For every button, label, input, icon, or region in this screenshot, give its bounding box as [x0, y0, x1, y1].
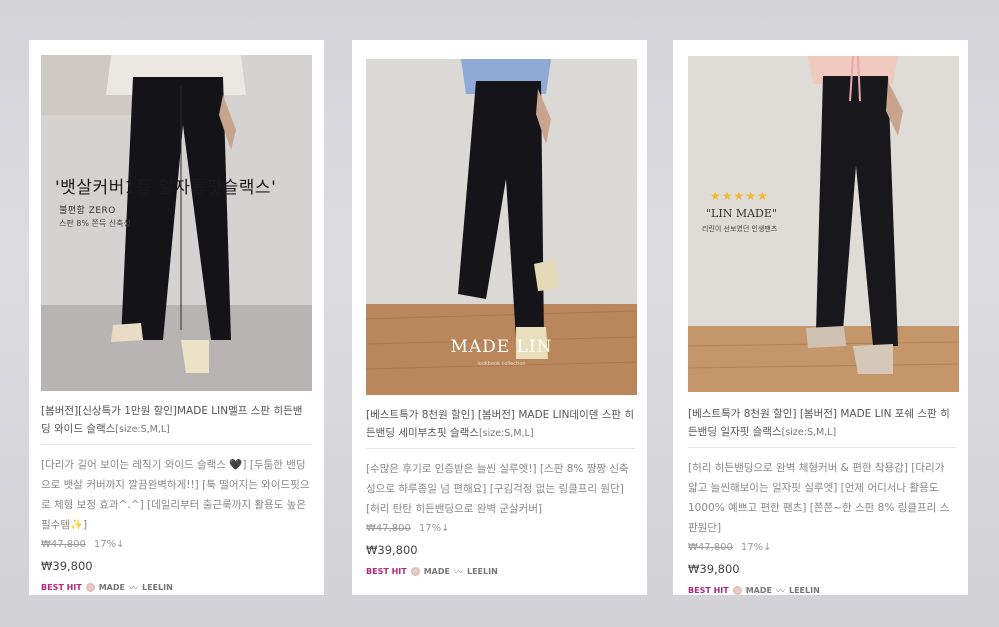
wave-icon: 〰	[453, 568, 463, 578]
product-size: [size:S,M,L]	[478, 428, 534, 439]
image-brand-caption: lookbook collection	[477, 361, 526, 367]
star-rating-icon: ★★★★★	[710, 189, 769, 203]
brand-badge: LEELIN	[466, 567, 498, 576]
discount-rate: 17%↓	[740, 542, 772, 553]
price-row-3: ₩47,800 17%↓	[688, 540, 956, 556]
discount-rate: 17%↓	[418, 523, 450, 534]
product-name-2[interactable]: [베스트특가 8천원 할인] [봄버전] MADE LIN데이덴 스판 히든밴딩…	[366, 406, 635, 449]
product-description-1: [다리가 길어 보이는 레직기 와이드 슬랙스 🖤] [두툼한 밴딩으로 뱃살 …	[41, 459, 310, 531]
made-badge: MADE	[745, 586, 772, 595]
product-card-3[interactable]: ★★★★★ "LIN MADE" 리린이 선보였던 인생팬츠 [베스트특가 8천…	[673, 40, 968, 597]
product-card-1[interactable]: '뱃살커버1등 일자통핏슬랙스' 불편함 ZERO 스판 8% 쫀득 신축성 […	[29, 40, 324, 595]
made-badge: MADE	[98, 583, 125, 592]
wave-icon: 〰	[775, 587, 785, 597]
best-hit-badge: BEST HIT	[366, 567, 407, 576]
pink-dot-icon	[410, 567, 420, 576]
product-image-3[interactable]: ★★★★★ "LIN MADE" 리린이 선보였던 인생팬츠	[688, 56, 959, 392]
image-caption: 스판 8% 쫀득 신축성	[59, 219, 131, 228]
badge-row-3: BEST HIT MADE 〰 LEELIN	[688, 584, 956, 597]
pink-dot-icon	[732, 586, 742, 595]
product-info-2: [베스트특가 8천원 할인] [봄버전] MADE LIN데이덴 스판 히든밴딩…	[366, 406, 635, 578]
brand-badge: LEELIN	[788, 586, 820, 595]
product-size: [size:S,M,L]	[115, 424, 170, 435]
product-name-1[interactable]: [봄버전][신상특가 1만원 할인]MADE LIN멜프 스판 히든밴딩 와이드…	[41, 402, 312, 445]
badge-row-2: BEST HIT MADE 〰 LEELIN	[366, 565, 635, 578]
product-info-1: [봄버전][신상특가 1만원 할인]MADE LIN멜프 스판 히든밴딩 와이드…	[41, 402, 312, 594]
discount-rate: 17%↓	[93, 539, 125, 550]
product-name-3[interactable]: [베스트특가 8천원 할인] [봄버전] MADE LIN 포쉐 스판 히든밴딩…	[688, 405, 956, 448]
price-row-2: ₩47,800 17%↓	[366, 521, 635, 537]
product-size: [size:S,M,L]	[781, 427, 837, 438]
image-caption: 리린이 선보였던 인생팬츠	[702, 225, 778, 233]
wave-icon: 〰	[128, 584, 138, 594]
best-hit-badge: BEST HIT	[41, 583, 82, 592]
badge-row-1: BEST HIT MADE 〰 LEELIN	[41, 581, 312, 594]
original-price: ₩47,800	[688, 542, 733, 553]
product-image-1[interactable]: '뱃살커버1등 일자통핏슬랙스' 불편함 ZERO 스판 8% 쫀득 신축성	[41, 55, 312, 391]
pink-dot-icon	[85, 583, 95, 592]
price-row-1: ₩47,800 17%↓	[41, 537, 312, 553]
product-image-2[interactable]: MADE LIN lookbook collection	[366, 59, 637, 395]
made-badge: MADE	[423, 567, 450, 576]
image-brand-mark: "LIN MADE"	[706, 207, 777, 220]
image-subtitle: 불편함 ZERO	[59, 206, 116, 216]
sale-price-3: ₩39,800	[688, 562, 740, 576]
image-brand-mark: MADE LIN	[450, 337, 553, 357]
best-hit-badge: BEST HIT	[688, 586, 729, 595]
original-price: ₩47,800	[366, 523, 411, 534]
product-description-2: [수많은 후기로 인증받은 늘씬 실루엣!] [스판 8% 짱짱 신축성으로 하…	[366, 463, 629, 515]
sale-price-2: ₩39,800	[366, 543, 418, 557]
image-headline: '뱃살커버1등 일자통핏슬랙스'	[55, 178, 277, 198]
product-info-3: [베스트특가 8천원 할인] [봄버전] MADE LIN 포쉐 스판 히든밴딩…	[688, 405, 956, 597]
brand-badge: LEELIN	[141, 583, 173, 592]
original-price: ₩47,800	[41, 539, 86, 550]
product-description-3: [허리 히든밴딩으로 완벽 체형커버 & 편한 착용감] [다리가 얇고 늘씬해…	[688, 462, 950, 534]
sale-price-1: ₩39,800	[41, 559, 93, 573]
product-card-2[interactable]: MADE LIN lookbook collection [베스트특가 8천원 …	[352, 40, 647, 595]
